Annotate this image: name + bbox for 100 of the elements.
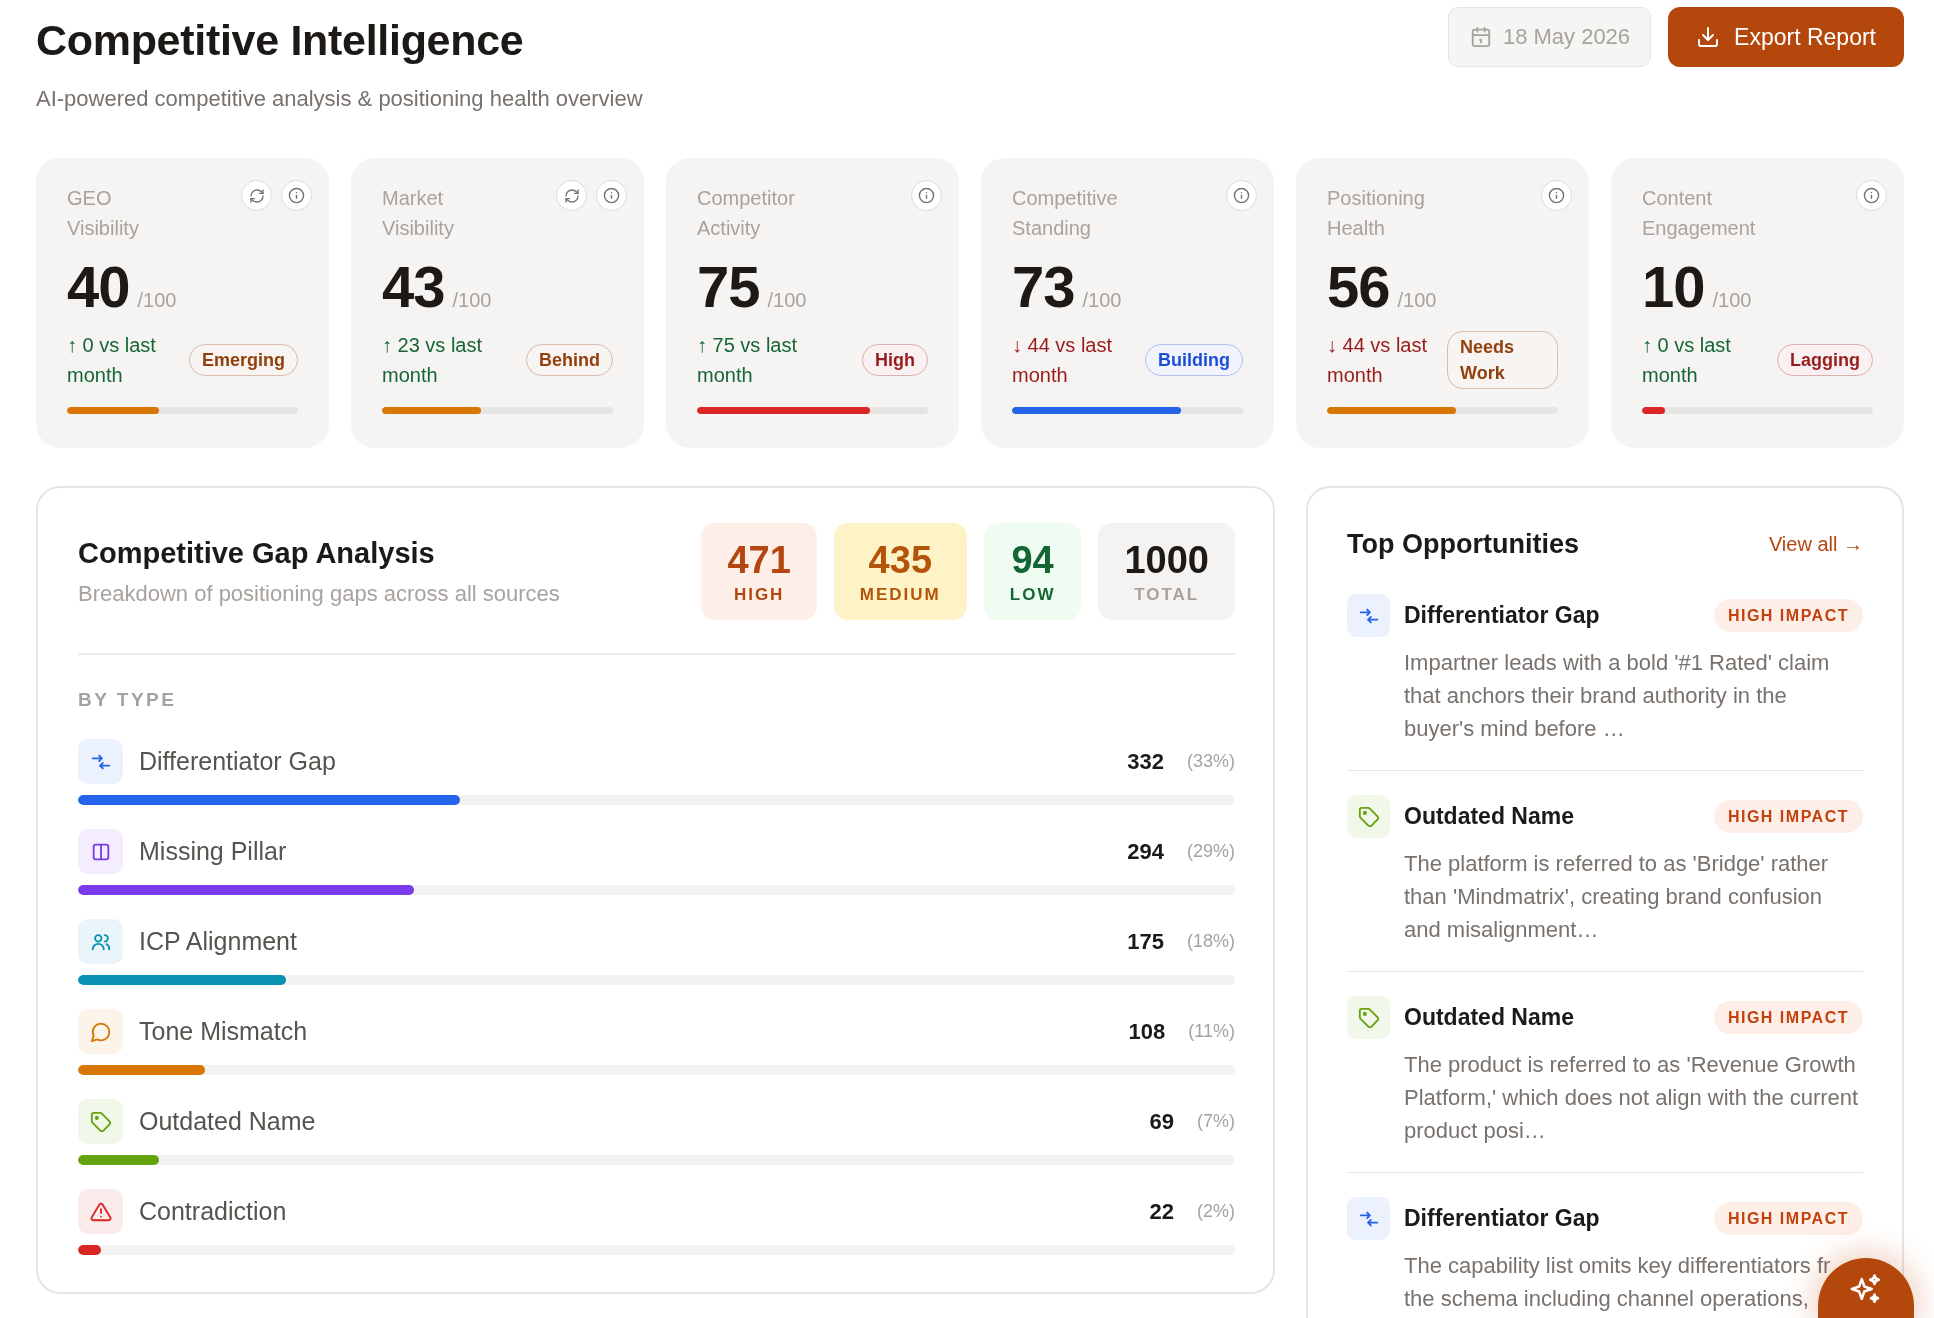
calendar-icon bbox=[1469, 26, 1492, 48]
metric-score: 73 bbox=[1012, 256, 1075, 318]
gap-count: 332 bbox=[1127, 748, 1164, 775]
opportunity-title: Differentiator Gap bbox=[1404, 1205, 1600, 1232]
download-icon bbox=[1696, 25, 1721, 49]
view-all-link[interactable]: View all → bbox=[1768, 532, 1863, 556]
metric-max: /100 bbox=[767, 289, 807, 312]
refresh-button[interactable] bbox=[241, 180, 272, 211]
refresh-button[interactable] bbox=[556, 180, 587, 211]
panel-title: Competitive Gap Analysis bbox=[78, 536, 436, 571]
section-label: BY TYPE bbox=[78, 688, 178, 712]
opportunity-description: The platform is referred to as 'Bridge' rather than 'Mindmatrix', creating brand confusion and misalignment… bbox=[1404, 851, 1829, 942]
metric-score: 75 bbox=[697, 256, 760, 318]
export-button[interactable]: Export Report bbox=[1668, 7, 1904, 67]
gap-type-label: Outdated Name bbox=[139, 1107, 317, 1136]
refresh-icon bbox=[248, 187, 265, 204]
stat-label: LOW bbox=[1009, 583, 1056, 606]
metric-max: /100 bbox=[452, 289, 492, 312]
impact-badge: HIGH IMPACT bbox=[1713, 800, 1863, 833]
status-badge: High bbox=[862, 344, 928, 376]
metric-change: ↓ 44 vs last month bbox=[1012, 333, 1114, 388]
status-badge: Building bbox=[1145, 344, 1243, 376]
tag-icon bbox=[78, 1099, 123, 1144]
columns-icon bbox=[78, 829, 123, 874]
stat-value: 435 bbox=[868, 537, 932, 582]
page-title: Competitive Intelligence bbox=[36, 15, 525, 65]
opportunity-title: Outdated Name bbox=[1404, 1004, 1574, 1031]
metric-max: /100 bbox=[1712, 289, 1752, 312]
metric-max: /100 bbox=[1397, 289, 1437, 312]
info-button[interactable] bbox=[1226, 180, 1257, 211]
opportunity-description: Impartner leads with a bold '#1 Rated' claim that anchors their brand authority in the buyer's mind before … bbox=[1404, 650, 1830, 741]
metric-change: ↑ 75 vs last month bbox=[697, 333, 799, 388]
impact-badge: HIGH IMPACT bbox=[1713, 599, 1863, 632]
info-button[interactable] bbox=[1856, 180, 1887, 211]
tag-icon bbox=[1347, 795, 1390, 838]
gap-percent: (7%) bbox=[1197, 1111, 1235, 1132]
metric-label: Positioning Health bbox=[1327, 186, 1425, 241]
gap-percent: (18%) bbox=[1187, 931, 1235, 952]
info-button[interactable] bbox=[911, 180, 942, 211]
stat-label: MEDIUM bbox=[859, 583, 941, 606]
info-icon bbox=[603, 187, 620, 204]
metric-change: ↑ 0 vs last month bbox=[67, 333, 157, 388]
page-subtitle: AI-powered competitive analysis & positioning health overview bbox=[36, 85, 643, 113]
metric-label: Market Visibility bbox=[382, 186, 454, 241]
status-badge: Emerging bbox=[189, 344, 298, 376]
metric-change: ↓ 44 vs last month bbox=[1327, 333, 1429, 388]
gap-percent: (29%) bbox=[1187, 841, 1235, 862]
metric-label: Content Engagement bbox=[1642, 186, 1756, 241]
gap-type-label: Missing Pillar bbox=[139, 837, 288, 866]
gap-type-label: ICP Alignment bbox=[139, 927, 298, 956]
swap-arrows-icon bbox=[1347, 1197, 1390, 1240]
opportunity-title: Differentiator Gap bbox=[1404, 602, 1600, 629]
gap-percent: (2%) bbox=[1197, 1201, 1235, 1222]
status-badge: Needs Work bbox=[1447, 331, 1558, 389]
swap-arrows-icon bbox=[1347, 594, 1390, 637]
metric-score: 40 bbox=[67, 256, 130, 318]
metric-max: /100 bbox=[1082, 289, 1122, 312]
metric-change: ↑ 23 vs last month bbox=[382, 333, 484, 388]
swap-arrows-icon bbox=[78, 739, 123, 784]
info-icon bbox=[288, 187, 305, 204]
speech-bubble-icon bbox=[78, 1009, 123, 1054]
gap-count: 22 bbox=[1149, 1198, 1174, 1225]
gap-count: 294 bbox=[1127, 838, 1164, 865]
floating-action-button[interactable] bbox=[1818, 1258, 1914, 1318]
info-icon bbox=[1548, 187, 1565, 204]
metric-score: 10 bbox=[1642, 256, 1705, 318]
opportunity-title: Outdated Name bbox=[1404, 803, 1574, 830]
gap-count: 69 bbox=[1149, 1108, 1174, 1135]
metric-score: 43 bbox=[382, 256, 445, 318]
stat-value: 471 bbox=[727, 537, 791, 582]
gap-percent: (11%) bbox=[1188, 1021, 1235, 1042]
gap-count: 175 bbox=[1127, 928, 1164, 955]
status-badge: Behind bbox=[526, 344, 613, 376]
info-icon bbox=[1863, 187, 1880, 204]
info-icon bbox=[1233, 187, 1250, 204]
gap-type-label: Contradiction bbox=[139, 1197, 288, 1226]
panel-title: Top Opportunities bbox=[1347, 528, 1579, 560]
metric-label: Competitor Activity bbox=[697, 186, 795, 241]
status-badge: Lagging bbox=[1777, 344, 1873, 376]
gap-type-label: Differentiator Gap bbox=[139, 747, 337, 776]
info-button[interactable] bbox=[281, 180, 312, 211]
impact-badge: HIGH IMPACT bbox=[1713, 1001, 1863, 1034]
warning-icon bbox=[78, 1189, 123, 1234]
info-icon bbox=[918, 187, 935, 204]
tag-icon bbox=[1347, 996, 1390, 1039]
opportunity-description: The capability list omits key differentiators fr the schema including channel operations, bbox=[1404, 1253, 1831, 1311]
metric-label: GEO Visibility bbox=[67, 186, 139, 241]
stat-label: TOTAL bbox=[1134, 583, 1200, 606]
opportunity-description: The product is referred to as 'Revenue Growth Platform,' which does not align with the current product posi… bbox=[1404, 1052, 1859, 1143]
info-button[interactable] bbox=[1541, 180, 1572, 211]
sparkle-icon bbox=[1849, 1272, 1883, 1306]
stat-value: 1000 bbox=[1124, 537, 1209, 582]
stat-value: 94 bbox=[1011, 537, 1054, 582]
info-button[interactable] bbox=[596, 180, 627, 211]
gap-percent: (33%) bbox=[1187, 751, 1235, 772]
users-icon bbox=[78, 919, 123, 964]
metric-change: ↑ 0 vs last month bbox=[1642, 333, 1732, 388]
metric-max: /100 bbox=[137, 289, 177, 312]
refresh-icon bbox=[563, 187, 580, 204]
metric-label: Competitive Standing bbox=[1012, 186, 1118, 241]
